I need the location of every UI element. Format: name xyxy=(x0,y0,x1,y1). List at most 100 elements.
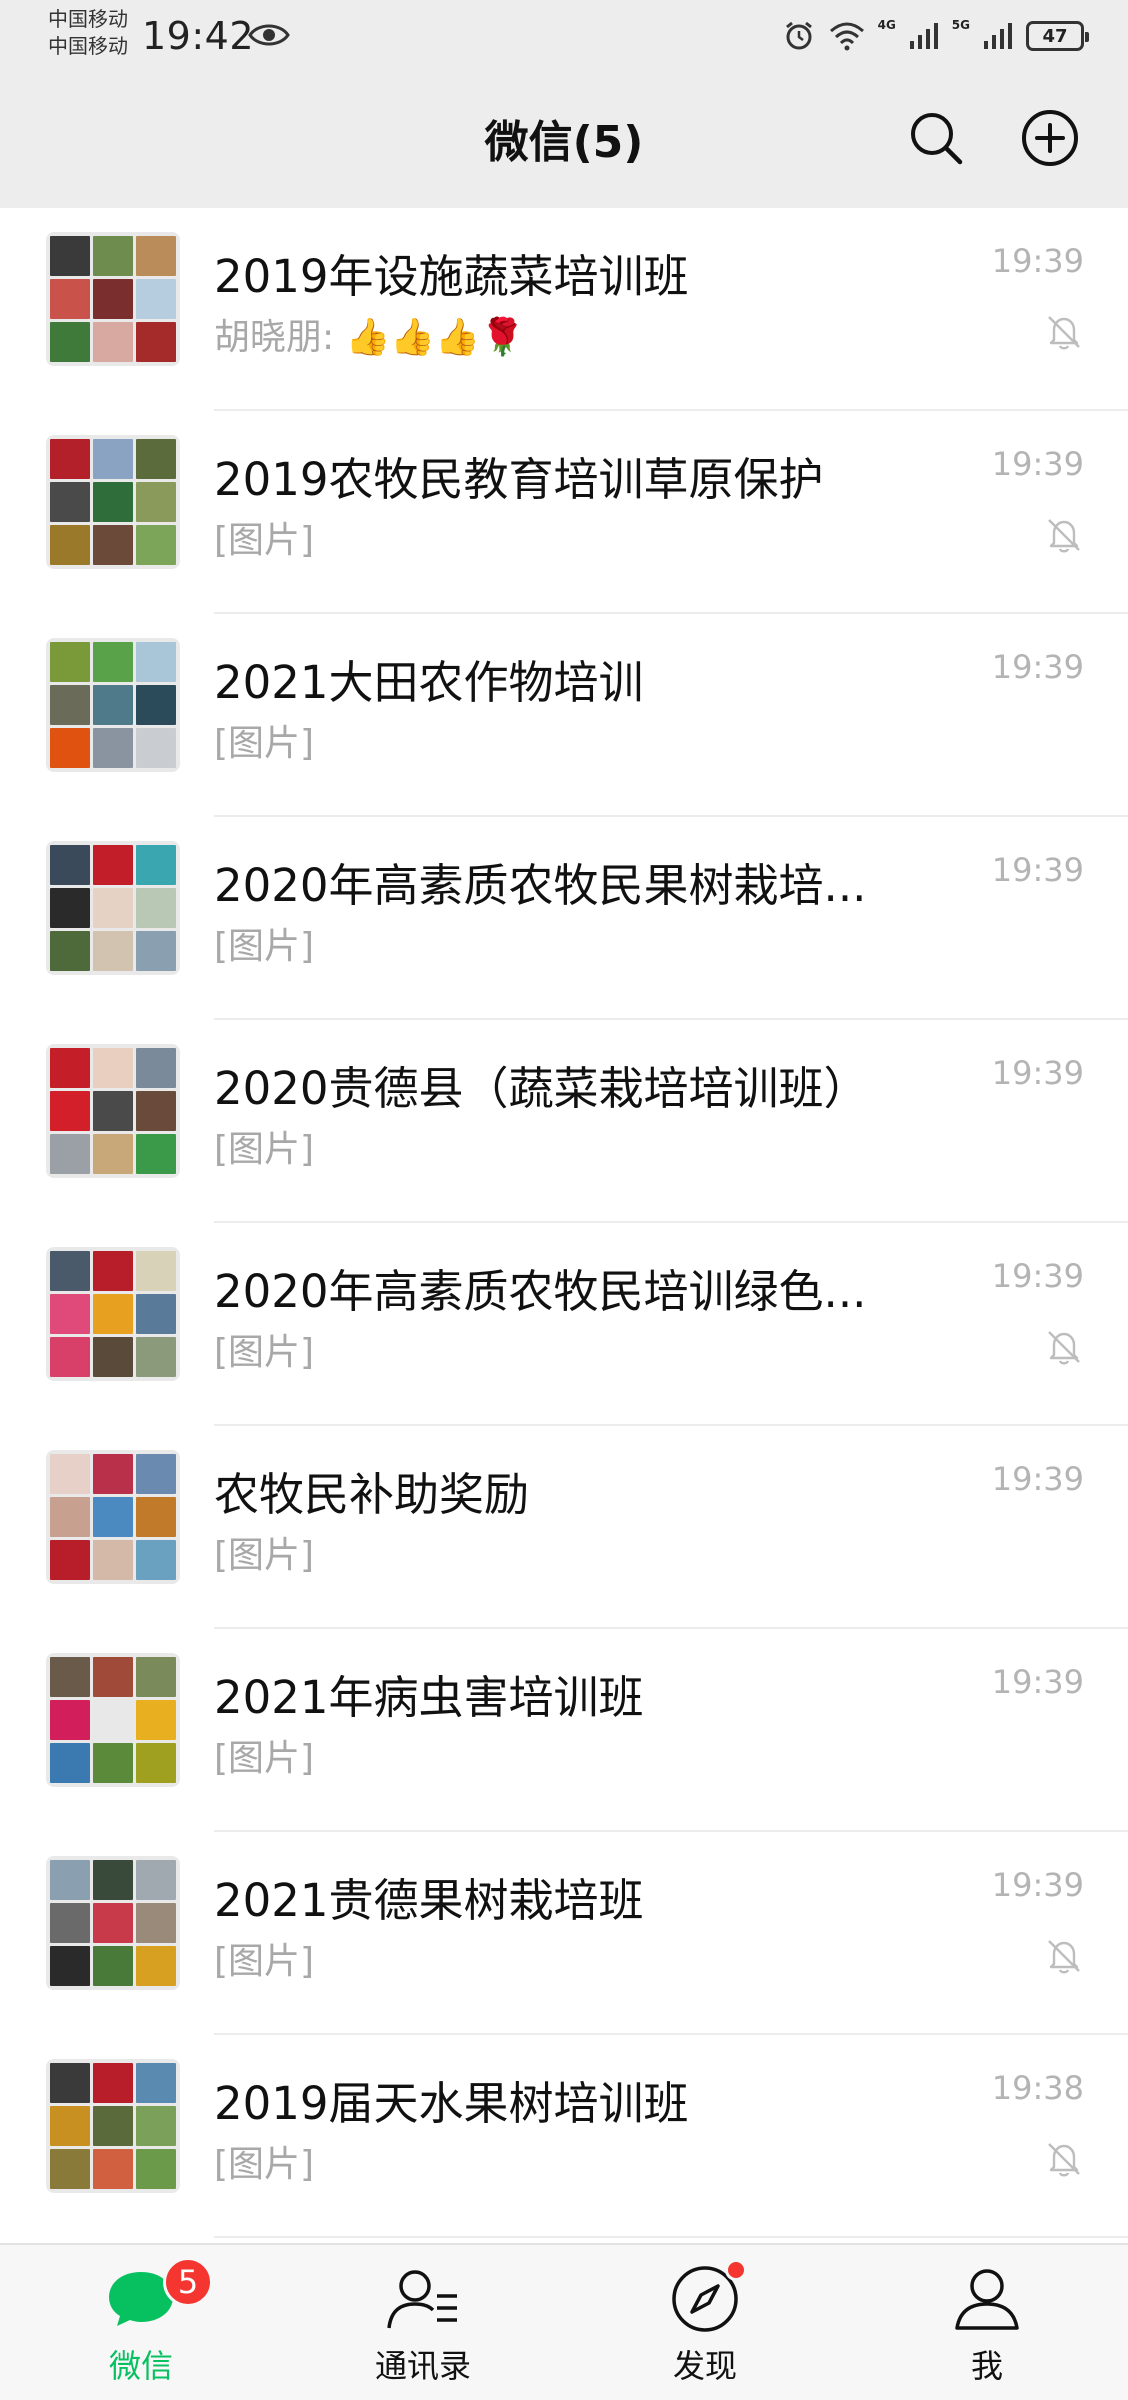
avatar-tile xyxy=(50,1091,90,1131)
chat-row[interactable]: 2019届天水果树培训班 [图片] 19:38 xyxy=(0,2035,1128,2238)
chat-row[interactable]: 农牧民补助奖励 [图片] 19:39 xyxy=(0,1426,1128,1629)
avatar-tile xyxy=(136,2063,176,2103)
search-button[interactable] xyxy=(904,106,968,170)
tab-discover[interactable]: 发现 xyxy=(564,2245,846,2400)
avatar-tile xyxy=(50,1903,90,1943)
carrier-1: 中国移动 xyxy=(48,7,128,31)
chat-name: 2020年高素质农牧民果树栽培... xyxy=(214,859,867,912)
network-4g-label: 4G xyxy=(877,18,896,32)
avatar-tile xyxy=(136,642,176,682)
mute-bell-icon xyxy=(1044,2139,1084,2179)
chat-name: 2021贵德果树栽培班 xyxy=(214,1874,644,1927)
chat-row[interactable]: 2019年设施蔬菜培训班 胡晓朋: 👍👍👍🌹 19:39 xyxy=(0,208,1128,411)
chat-row[interactable]: 2020年高素质农牧民果树栽培... [图片] 19:39 xyxy=(0,817,1128,1020)
group-avatar[interactable] xyxy=(46,232,180,366)
group-avatar[interactable] xyxy=(46,1653,180,1787)
avatar-tile xyxy=(93,439,133,479)
notification-dot xyxy=(725,2259,747,2281)
tab-me[interactable]: 我 xyxy=(846,2245,1128,2400)
chat-preview: [图片] xyxy=(214,926,315,967)
avatar-tile xyxy=(136,1946,176,1986)
chat-time: 19:39 xyxy=(991,1054,1084,1092)
contacts-icon xyxy=(383,2263,463,2335)
avatar-tile xyxy=(50,1497,90,1537)
group-avatar[interactable] xyxy=(46,1044,180,1178)
plus-circle-icon xyxy=(1022,110,1078,166)
mute-bell-icon xyxy=(1044,515,1084,555)
chat-name: 2021大田农作物培训 xyxy=(214,656,644,709)
avatar-tile xyxy=(136,685,176,725)
add-button[interactable] xyxy=(1018,106,1082,170)
chat-time: 19:39 xyxy=(991,445,1084,483)
chat-row[interactable]: 2020年高素质农牧民培训绿色... [图片] 19:39 xyxy=(0,1223,1128,1426)
avatar-tile xyxy=(93,1700,133,1740)
chat-time: 19:39 xyxy=(991,648,1084,686)
group-avatar[interactable] xyxy=(46,435,180,569)
avatar-tile xyxy=(50,1946,90,1986)
chat-row[interactable]: 2021贵德果树栽培班 [图片] 19:39 xyxy=(0,1832,1128,2035)
group-avatar[interactable] xyxy=(46,1450,180,1584)
search-icon xyxy=(911,113,963,165)
chat-row[interactable]: 2021大田农作物培训 [图片] 19:39 xyxy=(0,614,1128,817)
avatar-tile xyxy=(93,685,133,725)
group-avatar[interactable] xyxy=(46,638,180,772)
group-avatar[interactable] xyxy=(46,1247,180,1381)
avatar-tile xyxy=(136,525,176,565)
unread-badge: 5 xyxy=(163,2257,213,2307)
group-avatar[interactable] xyxy=(46,1856,180,1990)
avatar-tile xyxy=(50,279,90,319)
avatar-tile xyxy=(93,642,133,682)
avatar-tile xyxy=(93,931,133,971)
chat-preview: [图片] xyxy=(214,1535,315,1576)
mute-bell-icon xyxy=(1044,1327,1084,1367)
avatar-tile xyxy=(50,728,90,768)
avatar-tile xyxy=(93,1946,133,1986)
carrier-labels: 中国移动 中国移动 xyxy=(48,6,128,60)
battery-level: 47 xyxy=(1042,25,1068,47)
avatar-tile xyxy=(136,888,176,928)
chat-time: 19:39 xyxy=(991,242,1084,280)
avatar-tile xyxy=(50,845,90,885)
compass-icon xyxy=(665,2259,747,2335)
chat-preview: [图片] xyxy=(214,1332,315,1373)
chat-time: 19:38 xyxy=(991,2069,1084,2107)
eye-icon xyxy=(248,24,290,46)
avatar-tile xyxy=(93,1048,133,1088)
chat-preview: [图片] xyxy=(214,1738,315,1779)
chat-preview: [图片] xyxy=(214,520,315,561)
tab-contacts[interactable]: 通讯录 xyxy=(282,2245,564,2400)
avatar-tile xyxy=(93,1294,133,1334)
wifi-icon xyxy=(829,22,864,51)
group-avatar[interactable] xyxy=(46,841,180,975)
mute-bell-icon xyxy=(1044,312,1084,352)
avatar-tile xyxy=(136,1497,176,1537)
chat-time: 19:39 xyxy=(991,1460,1084,1498)
chat-preview: [图片] xyxy=(214,1941,315,1982)
group-avatar[interactable] xyxy=(46,2059,180,2193)
chat-row[interactable]: 2021年病虫害培训班 [图片] 19:39 xyxy=(0,1629,1128,1832)
tab-chats[interactable]: 5 微信 xyxy=(0,2245,282,2400)
chat-list[interactable]: 2019年设施蔬菜培训班 胡晓朋: 👍👍👍🌹 19:39 2019农牧民教育培训草原保… xyxy=(0,208,1128,2243)
avatar-tile xyxy=(93,1091,133,1131)
avatar-tile xyxy=(136,728,176,768)
chat-preview: [图片] xyxy=(214,723,315,764)
avatar-tile xyxy=(136,1251,176,1291)
avatar-tile xyxy=(50,2063,90,2103)
chat-time: 19:39 xyxy=(991,1257,1084,1295)
avatar-tile xyxy=(93,1540,133,1580)
avatar-tile xyxy=(50,236,90,276)
avatar-tile xyxy=(93,1251,133,1291)
chat-preview: [图片] xyxy=(214,1129,315,1170)
avatar-tile xyxy=(50,931,90,971)
avatar-tile xyxy=(50,2149,90,2189)
avatar-tile xyxy=(93,482,133,522)
battery-icon: 47 xyxy=(1026,21,1089,51)
chat-row[interactable]: 2020贵德县（蔬菜栽培培训班） [图片] 19:39 xyxy=(0,1020,1128,1223)
chat-name: 农牧民补助奖励 xyxy=(214,1468,530,1521)
avatar-tile xyxy=(93,728,133,768)
chat-row[interactable]: 2019农牧民教育培训草原保护 [图片] 19:39 xyxy=(0,411,1128,614)
avatar-tile xyxy=(93,1743,133,1783)
avatar-tile xyxy=(136,1743,176,1783)
signal-icon-2 xyxy=(984,23,1012,49)
avatar-tile xyxy=(50,482,90,522)
